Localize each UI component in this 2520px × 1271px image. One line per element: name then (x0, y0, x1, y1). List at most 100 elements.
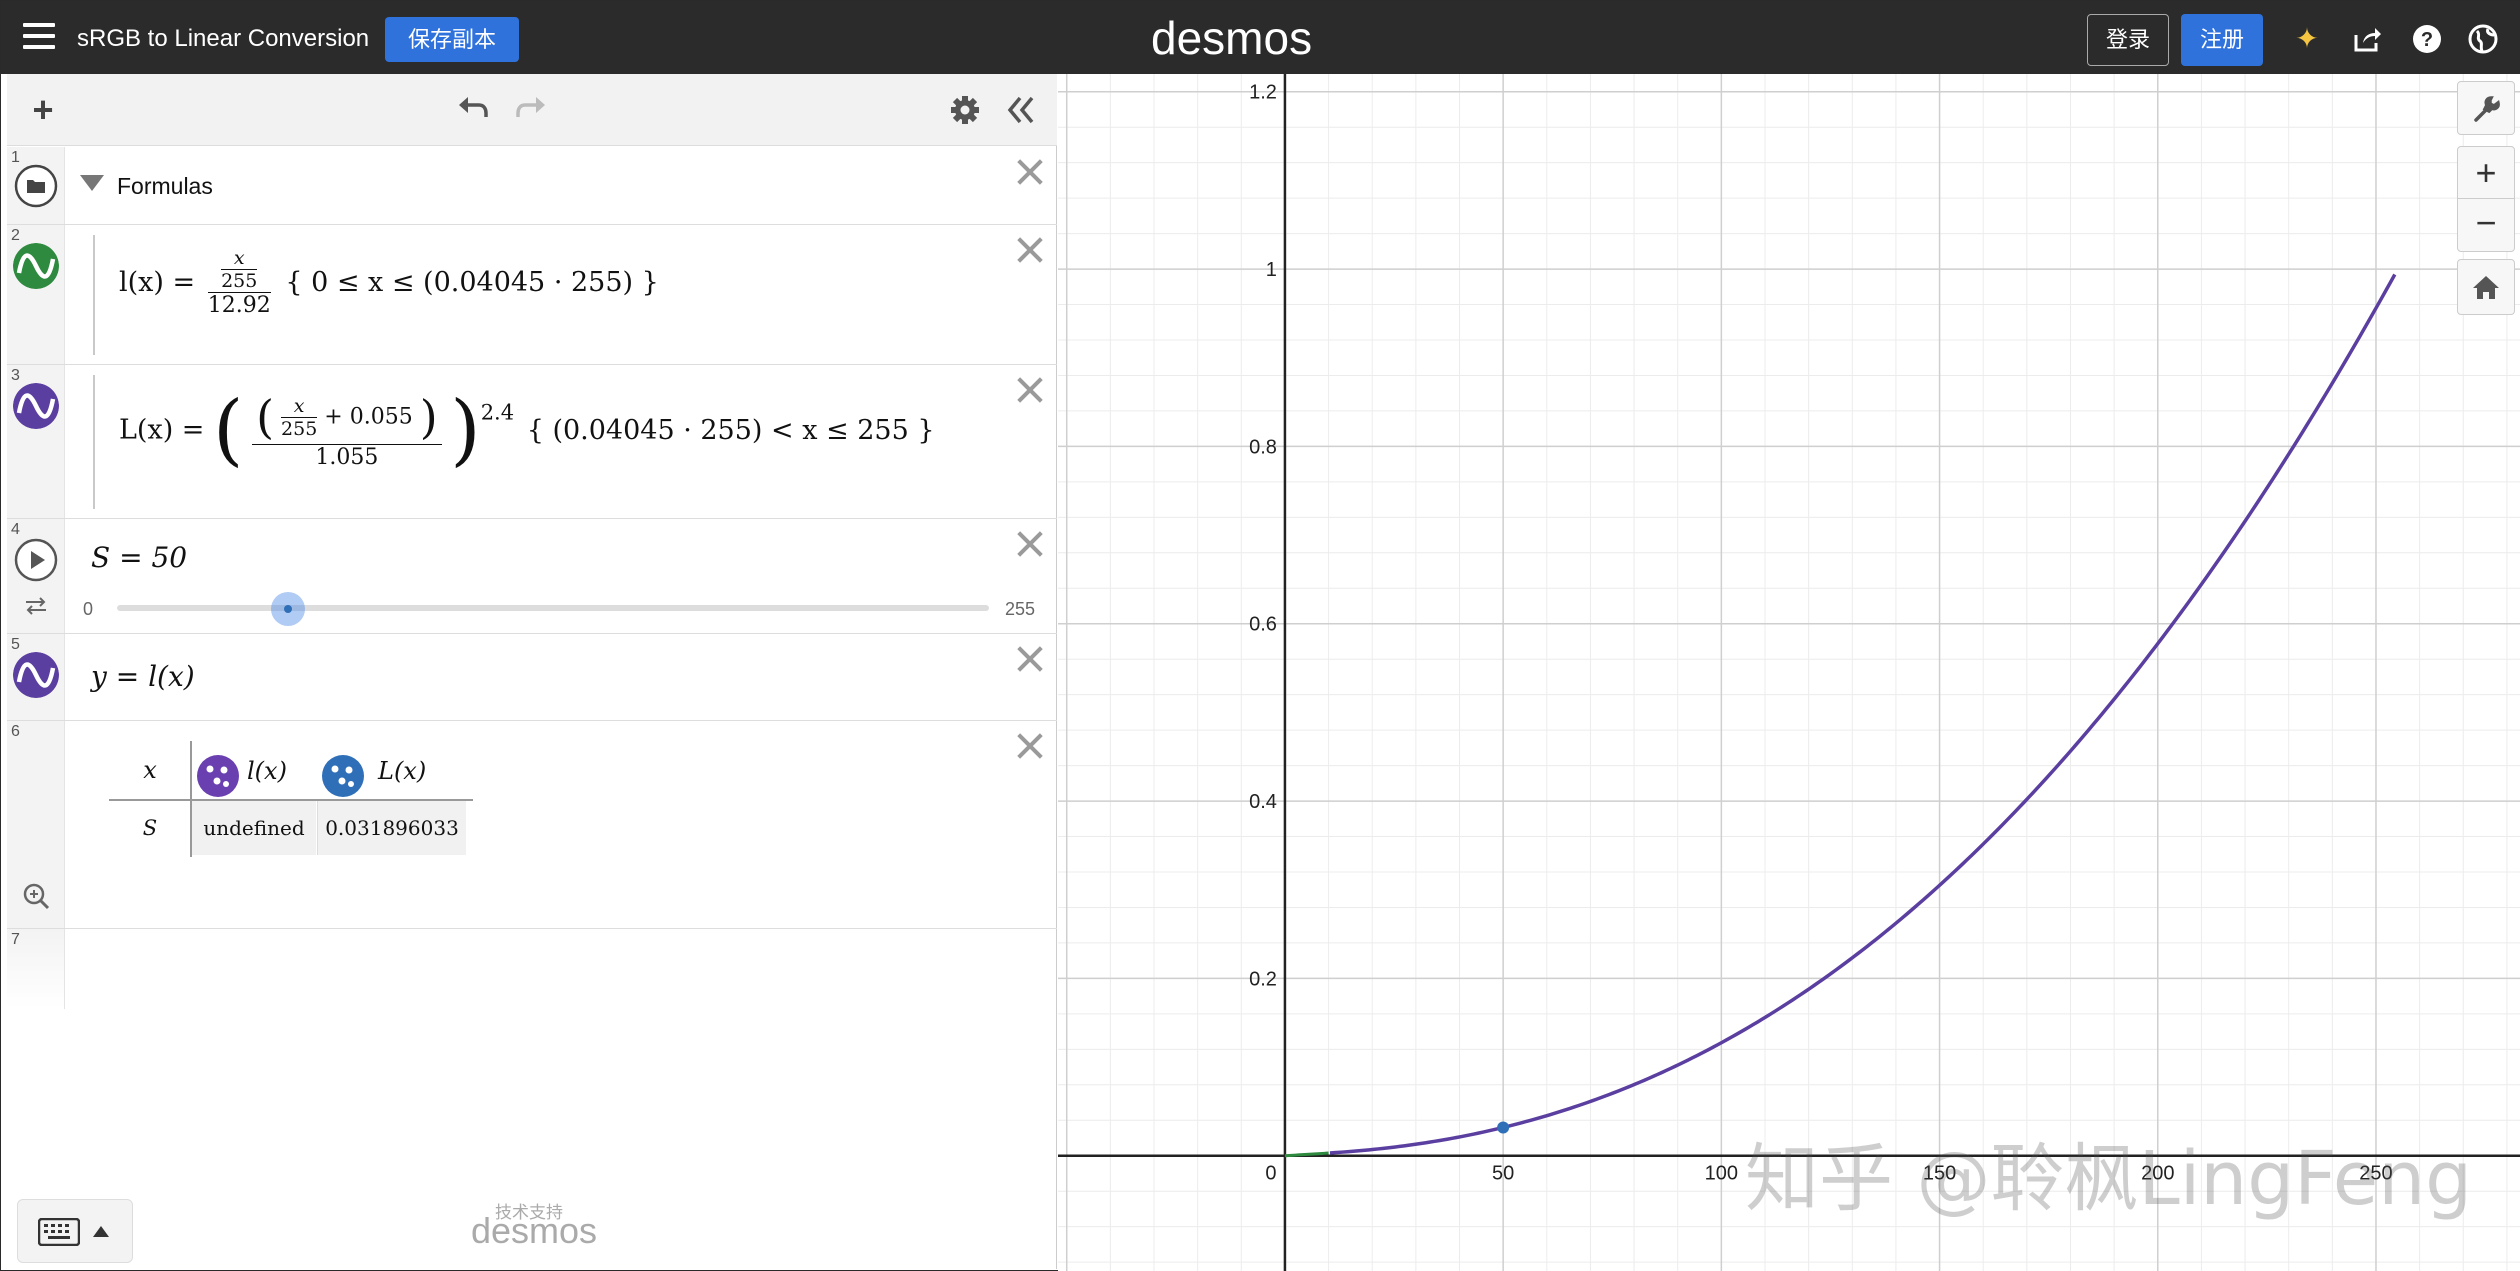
graph-color-icon[interactable] (13, 243, 59, 289)
right-paren: ) (419, 390, 438, 444)
inner-fraction: x 255 (281, 395, 318, 440)
points-color-icon[interactable] (322, 755, 364, 797)
x-tick-label: 100 (1705, 1163, 1738, 1185)
x-tick-label: 50 (1492, 1163, 1514, 1185)
help-icon[interactable]: ? (2411, 23, 2443, 55)
desmos-app: sRGB to Linear Conversion 保存副本 desmos 登录… (0, 0, 2520, 1271)
domain-restriction: { (0.04045 · 255) < x ≤ 255 } (526, 414, 935, 446)
signup-button[interactable]: 注册 (2181, 14, 2263, 66)
expression-math[interactable]: l(x) = x 255 12.92 { 0 ≤ x ≤ (0.04045 · … (119, 247, 659, 318)
zoom-fit-icon[interactable] (21, 881, 51, 911)
fraction-numerator: x 255 (207, 247, 271, 293)
zoom-controls: + − (2457, 146, 2515, 252)
menu-icon[interactable] (23, 23, 55, 51)
folder-icon[interactable] (13, 163, 59, 209)
graph-color-icon[interactable] (13, 652, 59, 698)
row-gutter: 5 (7, 634, 65, 720)
table-cell[interactable]: S (109, 801, 191, 855)
expression-toolbar: + (7, 74, 1057, 146)
graph-canvas[interactable]: 0 50 100 150 200 2500.20.40.60.811.2 (1058, 74, 2520, 1271)
plus-term: + 0.055 (324, 404, 413, 430)
table-header-x[interactable]: x (109, 741, 191, 799)
wrench-icon (2474, 96, 2500, 122)
slider-track[interactable] (117, 605, 989, 611)
expression-row-upper-l[interactable]: 3 L(x) = ( ( x 255 + 0.055) 1.055)2.4 … (7, 365, 1057, 519)
graph-color-icon[interactable] (13, 383, 59, 429)
expression-lhs: l(x) = (119, 267, 196, 298)
settings-gear-icon[interactable] (947, 92, 983, 128)
inner-numerator: x (281, 395, 318, 418)
keyboard-icon (38, 1218, 80, 1246)
y-tick-label: 0.6 (1249, 614, 1277, 636)
save-copy-button[interactable]: 保存副本 (385, 17, 519, 62)
y-tick-label: 0.2 (1249, 968, 1277, 990)
delete-expression-icon[interactable] (1013, 527, 1047, 561)
graph-area[interactable]: 0 50 100 150 200 250 0.2 0.4 0.6 0.8 1 1.2 (1058, 74, 2520, 1271)
row-gutter: 2 (7, 225, 65, 364)
caret-up-icon (93, 1226, 109, 1237)
expression-row-empty[interactable]: 7 (7, 929, 1057, 1009)
delete-expression-icon[interactable] (1013, 642, 1047, 676)
y-tick-label: 0.8 (1249, 436, 1277, 458)
login-button[interactable]: 登录 (2087, 14, 2169, 66)
expression-row-table[interactable]: 6 x l(x) L(x) S undefined 0.031896033 (7, 721, 1057, 929)
row-gutter: 4 (7, 519, 65, 633)
expression-row-folder[interactable]: 1 Formulas (7, 147, 1057, 225)
y-tick-label: 0.4 (1249, 791, 1277, 813)
graph-title[interactable]: sRGB to Linear Conversion (77, 25, 369, 53)
left-paren: ( (256, 390, 275, 444)
undo-icon[interactable] (455, 92, 491, 128)
big-left-paren: ( (213, 385, 244, 475)
exponent: 2.4 (480, 400, 515, 425)
inner-numerator: x (221, 247, 258, 270)
graph-settings-button[interactable] (2457, 81, 2515, 135)
slider-handle[interactable] (270, 592, 305, 626)
table-header-upper-l[interactable]: L(x) (316, 741, 466, 799)
svg-text:?: ? (2421, 29, 2433, 51)
folder-indent-bar (93, 375, 95, 509)
desmos-logo: desmos (1151, 12, 1313, 64)
expression-math[interactable]: L(x) = ( ( x 255 + 0.055 ) 1.055 )2.4 {… (119, 385, 935, 475)
row-gutter: 1 (7, 147, 65, 224)
default-viewport-button[interactable] (2457, 259, 2515, 315)
delete-expression-icon[interactable] (1013, 155, 1047, 189)
table-header-lower-l[interactable]: l(x) (191, 741, 316, 799)
row-number: 4 (11, 521, 20, 538)
points-color-icon[interactable] (197, 755, 239, 797)
inner-fraction: x 255 (221, 247, 258, 292)
top-bar: sRGB to Linear Conversion 保存副本 desmos 登录… (1, 1, 2520, 74)
table-cell: undefined (192, 801, 316, 855)
table-cell: 0.031896033 (317, 801, 466, 855)
expression-row-slider[interactable]: 4 S = 50 0 255 (7, 519, 1057, 634)
loop-direction-icon[interactable] (23, 595, 49, 617)
redo-icon[interactable] (513, 92, 549, 128)
delete-expression-icon[interactable] (1013, 233, 1047, 267)
table-header-label: l(x) (247, 757, 287, 785)
inner-denominator: 255 (221, 270, 258, 292)
delete-expression-icon[interactable] (1013, 373, 1047, 407)
collapse-panel-icon[interactable] (1003, 92, 1039, 128)
inner-denominator: 255 (281, 417, 318, 440)
keypad-toggle-button[interactable] (17, 1199, 133, 1263)
delete-expression-icon[interactable] (1013, 729, 1047, 763)
expression-row-y[interactable]: 5 y = l(x) (7, 634, 1057, 721)
play-icon[interactable] (13, 537, 59, 583)
expression-row-lower-l[interactable]: 2 l(x) = x 255 12.92 {0 ≤ x ≤ (0.04045 … (7, 225, 1057, 365)
folder-indent-bar (93, 235, 95, 355)
globe-icon[interactable] (2467, 23, 2499, 55)
sparkle-icon[interactable]: ✦ (2291, 23, 2323, 55)
slider-min-label[interactable]: 0 (83, 599, 93, 620)
slider-max-label[interactable]: 255 (1005, 599, 1035, 620)
x-tick-label: 0 (1265, 1163, 1276, 1185)
zoom-out-icon[interactable]: − (2458, 199, 2514, 251)
expression-math[interactable]: y = l(x) (91, 660, 195, 693)
slider-expression[interactable]: S = 50 (91, 541, 187, 574)
footer-desmos-logo[interactable]: desmos (471, 1210, 597, 1252)
share-icon[interactable] (2351, 23, 2383, 55)
expression-panel: + 1 Formulas 2 l(x) = x 255 12.92 {0 ≤ … (7, 74, 1057, 1269)
add-expression-button[interactable]: + (25, 92, 61, 128)
folder-expand-triangle-icon[interactable] (79, 173, 105, 193)
data-table[interactable]: x l(x) L(x) S undefined 0.031896033 (109, 741, 473, 877)
zoom-in-icon[interactable]: + (2458, 147, 2514, 199)
row-number: 1 (11, 149, 20, 166)
